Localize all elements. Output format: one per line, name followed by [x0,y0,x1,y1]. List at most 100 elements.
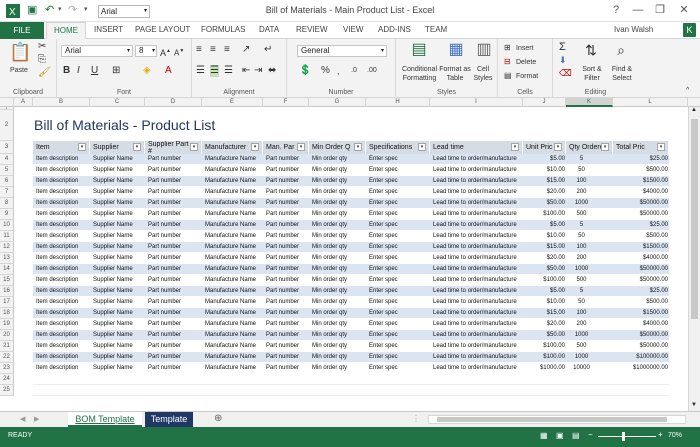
cell-supplier[interactable]: Supplier Name [93,198,145,209]
cell-supplier[interactable]: Supplier Name [93,341,145,352]
cell-supplier[interactable]: Supplier Name [93,286,145,297]
cell-specifications[interactable]: Enter spec [369,297,430,308]
cell-supplier[interactable]: Supplier Name [93,253,145,264]
cell-supplier-part[interactable]: Part number [148,319,202,330]
cell-lead-time[interactable]: Lead time to order/manufacture [433,319,523,330]
header-manufacturer[interactable]: Manufacturer ▾ [202,141,262,154]
cell-supplier[interactable]: Supplier Name [93,231,145,242]
header-supplier-part[interactable]: Supplier Part # ▾ [145,141,201,154]
cell-qty-ordered[interactable]: 500 [569,341,594,352]
tab-split-icon[interactable]: ⋮ [412,414,420,423]
cell-qty-ordered[interactable]: 1000 [569,198,594,209]
font-family-select[interactable]: Arial ▾ [61,45,133,57]
cell-man-part[interactable]: Part number [266,253,309,264]
horizontal-scroll-thumb[interactable] [437,417,667,422]
zoom-level[interactable]: 70% [668,432,682,439]
cell-lead-time[interactable]: Lead time to order/manufacture [433,176,523,187]
cell-min-order-qty[interactable]: Min order qty [312,187,366,198]
paste-icon[interactable]: 📋 [9,42,31,62]
number-format-select[interactable]: General ▾ [297,45,387,57]
cell-man-part[interactable]: Part number [266,154,309,165]
close-button[interactable]: ✕ [676,3,692,17]
cell-total-price[interactable]: $50000.00 [616,341,668,352]
cell-man-part[interactable]: Part number [266,198,309,209]
cell-total-price[interactable]: $50000.00 [616,275,668,286]
column-header-k[interactable]: K [566,98,613,107]
cell-manufacturer[interactable]: Manufacture Name [205,286,263,297]
select-all-corner[interactable] [0,98,14,107]
cell-item[interactable]: Item description [36,187,90,198]
user-name[interactable]: Ivan Walsh [614,25,653,34]
tab-review[interactable]: REVIEW [296,25,328,34]
find-select-icon[interactable]: ⌕ [611,41,631,59]
cell-styles-button[interactable]: Cell Styles [470,65,496,83]
cell-supplier-part[interactable]: Part number [148,363,202,374]
column-header-g[interactable]: G [309,98,366,107]
help-button[interactable]: ? [608,3,624,17]
cell-supplier[interactable]: Supplier Name [93,176,145,187]
cell-qty-ordered[interactable]: 100 [569,176,594,187]
cell-qty-ordered[interactable]: 200 [569,319,594,330]
header-min-order-qty[interactable]: Min Order Q ▾ [309,141,365,154]
tab-insert[interactable]: INSERT [94,25,123,34]
cell-manufacturer[interactable]: Manufacture Name [205,275,263,286]
cell-specifications[interactable]: Enter spec [369,330,430,341]
cell-lead-time[interactable]: Lead time to order/manufacture [433,264,523,275]
cell-supplier-part[interactable]: Part number [148,154,202,165]
cell-supplier-part[interactable]: Part number [148,264,202,275]
cell-lead-time[interactable]: Lead time to order/manufacture [433,253,523,264]
cell-min-order-qty[interactable]: Min order qty [312,341,366,352]
cell-item[interactable]: Item description [36,297,90,308]
cell-supplier-part[interactable]: Part number [148,209,202,220]
tab-add-ins[interactable]: ADD-INS [378,25,411,34]
cell-specifications[interactable]: Enter spec [369,264,430,275]
cell-total-price[interactable]: $500.00 [616,231,668,242]
cell-specifications[interactable]: Enter spec [369,275,430,286]
cell-specifications[interactable]: Enter spec [369,286,430,297]
cell-min-order-qty[interactable]: Min order qty [312,176,366,187]
column-header-j[interactable]: J [523,98,566,107]
paste-button[interactable]: Paste [10,66,28,75]
cell-specifications[interactable]: Enter spec [369,363,430,374]
tab-team[interactable]: TEAM [425,25,447,34]
cell-total-price[interactable]: $4000.00 [616,253,668,264]
cell-lead-time[interactable]: Lead time to order/manufacture [433,220,523,231]
vertical-scrollbar[interactable]: ▲ ▼ [688,107,700,411]
tab-scroll-right-icon[interactable]: ▶ [34,415,39,423]
cell-item[interactable]: Item description [36,286,90,297]
cell-man-part[interactable]: Part number [266,352,309,363]
underline-button[interactable]: U [91,65,98,77]
cell-lead-time[interactable]: Lead time to order/manufacture [433,165,523,176]
cell-manufacturer[interactable]: Manufacture Name [205,165,263,176]
cell-supplier[interactable]: Supplier Name [93,165,145,176]
cell-lead-time[interactable]: Lead time to order/manufacture [433,275,523,286]
merge-center-icon[interactable]: ⬌ [268,65,276,77]
cell-man-part[interactable]: Part number [266,363,309,374]
cell-man-part[interactable]: Part number [266,308,309,319]
cell-item[interactable]: Item description [36,253,90,264]
cell-specifications[interactable]: Enter spec [369,231,430,242]
copy-icon[interactable]: ⎘ [38,54,46,66]
cell-man-part[interactable]: Part number [266,165,309,176]
align-left-icon[interactable]: ☰ [196,65,205,77]
cell-lead-time[interactable]: Lead time to order/manufacture [433,154,523,165]
format-button[interactable]: Format [516,72,538,81]
horizontal-scrollbar[interactable] [428,415,686,424]
zoom-slider[interactable] [598,436,656,437]
header-man-part[interactable]: Man. Par ▾ [263,141,308,154]
cell-unit-price[interactable]: $15.00 [526,176,565,187]
cell-supplier-part[interactable]: Part number [148,297,202,308]
sheet-title[interactable]: Bill of Materials - Product List [34,117,215,133]
cell-unit-price[interactable]: $5.00 [526,286,565,297]
cell-unit-price[interactable]: $100.00 [526,275,565,286]
decrease-decimal-icon[interactable]: .00 [367,65,377,77]
cell-total-price[interactable]: $25.00 [616,220,668,231]
insert-button[interactable]: Insert [516,44,534,53]
cell-item[interactable]: Item description [36,231,90,242]
cell-qty-ordered[interactable]: 100 [569,308,594,319]
tab-data[interactable]: DATA [259,25,279,34]
cell-item[interactable]: Item description [36,209,90,220]
cell-supplier-part[interactable]: Part number [148,187,202,198]
cell-manufacturer[interactable]: Manufacture Name [205,363,263,374]
cell-supplier-part[interactable]: Part number [148,308,202,319]
